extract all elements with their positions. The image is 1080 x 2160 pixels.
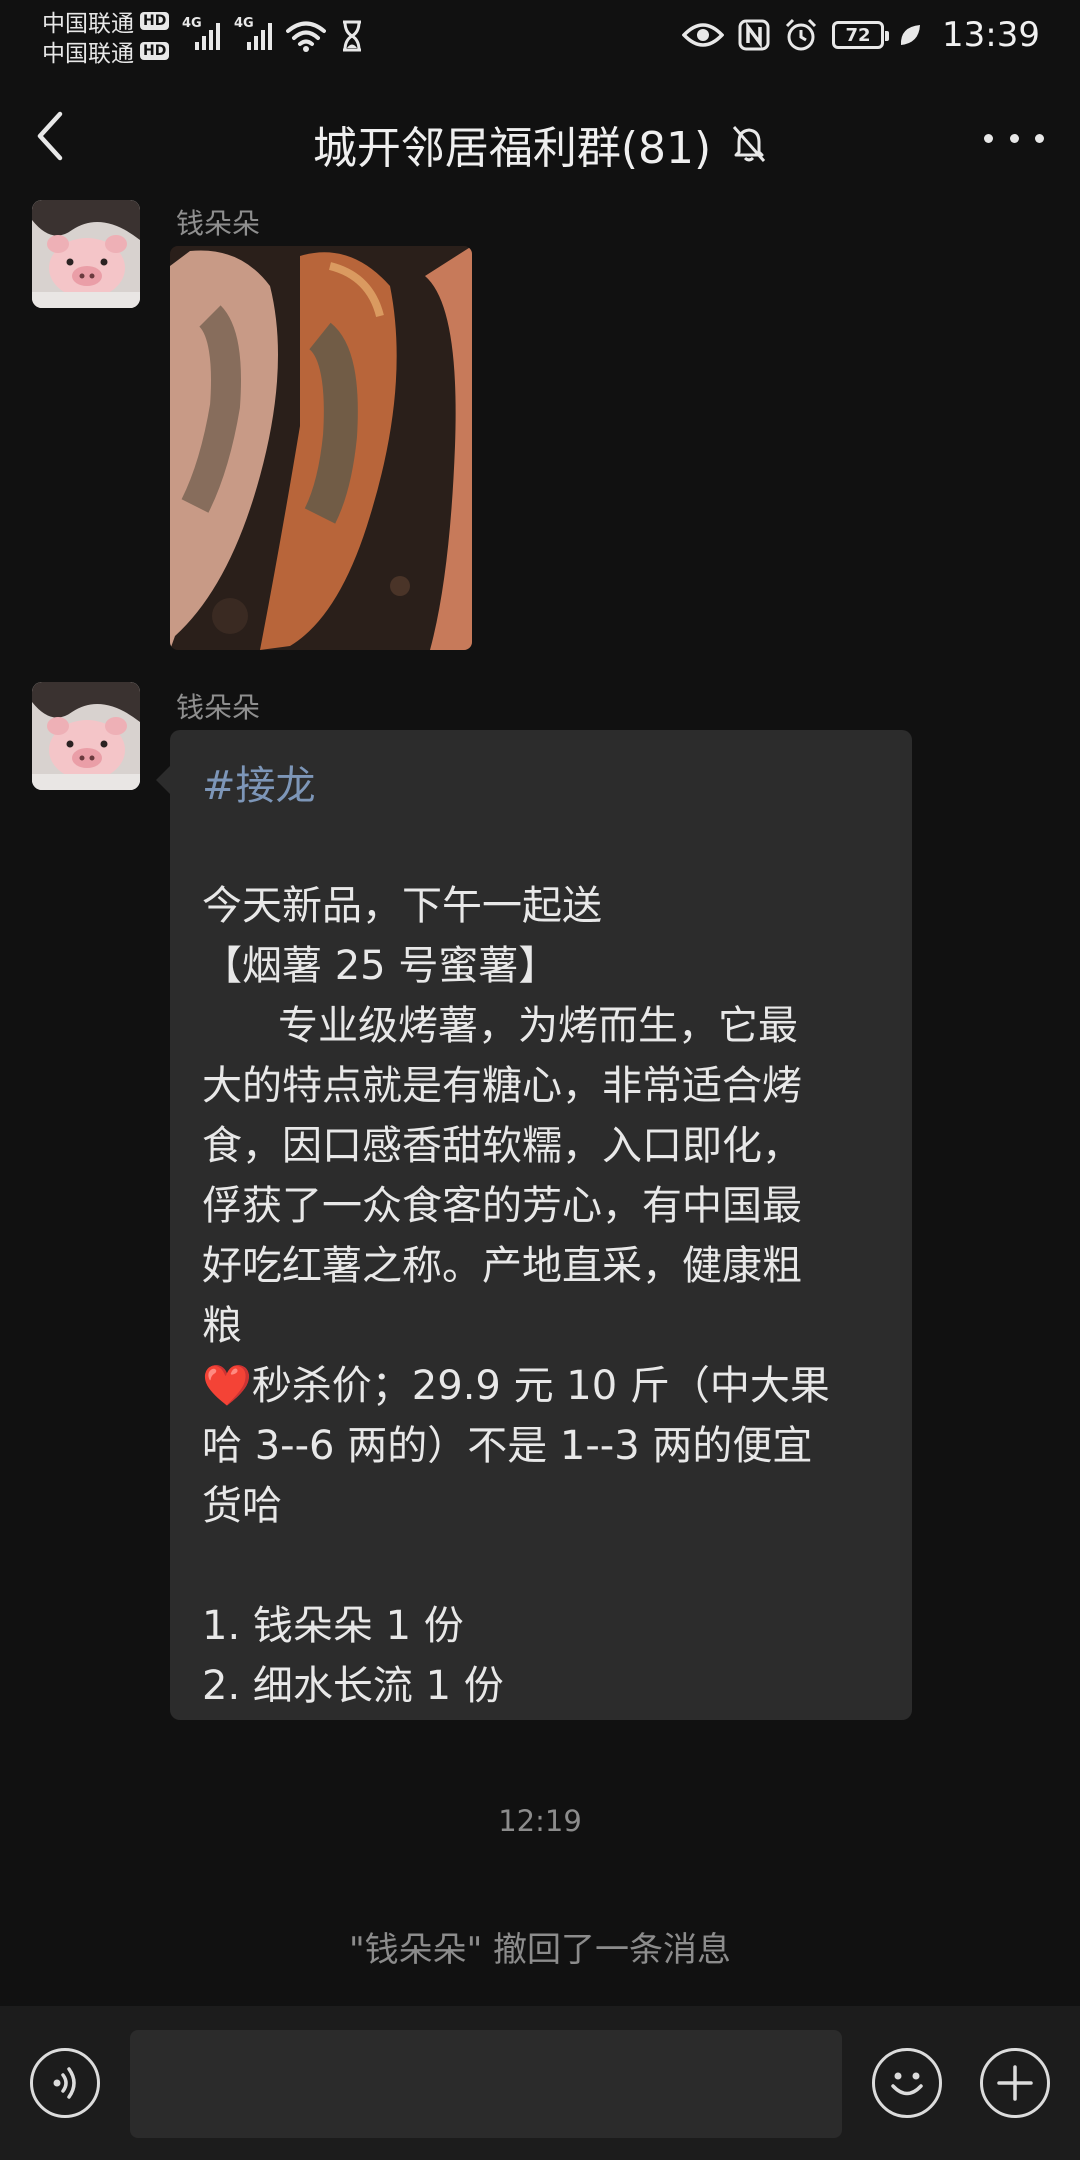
- carrier-info: 中国联通 HD 中国联通 HD: [42, 6, 170, 67]
- voice-icon: [53, 2067, 76, 2099]
- message-line: 哈 3--6 两的）不是 1--3 两的便宜: [202, 1423, 813, 1469]
- photo-image: [170, 246, 472, 650]
- plus-icon: [997, 2065, 1033, 2101]
- avatar[interactable]: [32, 682, 140, 790]
- avatar[interactable]: [32, 200, 140, 308]
- emoji-button[interactable]: [872, 2048, 942, 2118]
- dot-icon: [1035, 133, 1044, 143]
- smiley-icon: [891, 2072, 923, 2096]
- nfc-icon: [738, 19, 770, 51]
- signup-entry: 1. 钱朵朵 1 份: [202, 1603, 464, 1649]
- message-bubble[interactable]: #接龙 今天新品，下午一起送 【烟薯 25 号蜜薯】 专业级烤薯，为烤而生，它最…: [156, 730, 912, 1720]
- input-bar: [0, 2006, 1080, 2160]
- more-options-button[interactable]: [984, 120, 1044, 156]
- message-line: 粮: [202, 1303, 242, 1349]
- sender-name: 钱朵朵: [176, 691, 261, 724]
- hourglass-icon: [343, 20, 361, 52]
- message-line: 【烟薯 25 号蜜薯】: [202, 943, 559, 989]
- carrier-name: 中国联通: [42, 41, 134, 67]
- battery-icon: 72: [832, 21, 890, 49]
- hashtag-link[interactable]: #接龙: [202, 756, 880, 816]
- message-line: 好吃红薯之称。产地直采，健康粗: [202, 1243, 802, 1289]
- heart-icon: ❤️: [202, 1363, 252, 1409]
- pig-avatar-icon: [32, 682, 140, 790]
- message-timestamp: 12:19: [498, 1804, 582, 1838]
- leaf-icon: [900, 25, 921, 45]
- dot-icon: [1009, 133, 1019, 143]
- wifi-icon: [286, 21, 326, 52]
- status-time: 13:39: [942, 15, 1040, 55]
- hd-badge: HD: [140, 42, 170, 60]
- alarm-icon: [785, 18, 817, 51]
- chat-header: 城开邻居福利群(81): [0, 70, 1080, 205]
- pig-avatar-icon: [32, 200, 140, 308]
- status-bar: 中国联通 HD 中国联通 HD 4G 4G 72 13:39: [0, 0, 1080, 70]
- price-text: 秒杀价；29.9 元 10 斤（中大果: [251, 1363, 830, 1409]
- sender-name: 钱朵朵: [176, 207, 261, 240]
- add-button[interactable]: [980, 2048, 1050, 2118]
- price-line: ❤️秒杀价；29.9 元 10 斤（中大果: [202, 1356, 880, 1416]
- carrier-name: 中国联通: [42, 11, 134, 37]
- mute-bell-icon: [733, 126, 766, 162]
- message-line: 货哈: [202, 1483, 282, 1529]
- chat-title: 城开邻居福利群(81): [312, 123, 712, 174]
- message-input[interactable]: [130, 2030, 842, 2138]
- eye-icon: [682, 23, 725, 47]
- signal-icon: 4G: [182, 14, 220, 52]
- recall-notice: "钱朵朵" 撤回了一条消息: [348, 1930, 732, 1970]
- dot-icon: [984, 133, 993, 143]
- signup-entry: 2. 细水长流 1 份: [202, 1663, 504, 1709]
- voice-button[interactable]: [30, 2048, 100, 2118]
- hd-badge: HD: [140, 12, 170, 30]
- message-line: 专业级烤薯，为烤而生，它最: [278, 1003, 798, 1049]
- message-line: 大的特点就是有糖心，非常适合烤: [202, 1063, 802, 1109]
- sweet-potato-photo[interactable]: [170, 246, 472, 650]
- battery-level: 72: [845, 24, 871, 46]
- message-line: 俘获了一众食客的芳心，有中国最: [202, 1183, 802, 1229]
- message-line: 今天新品，下午一起送: [202, 883, 602, 929]
- signal-icon: 4G: [234, 14, 272, 52]
- message-line: 食，因口感香甜软糯，入口即化，: [202, 1123, 802, 1169]
